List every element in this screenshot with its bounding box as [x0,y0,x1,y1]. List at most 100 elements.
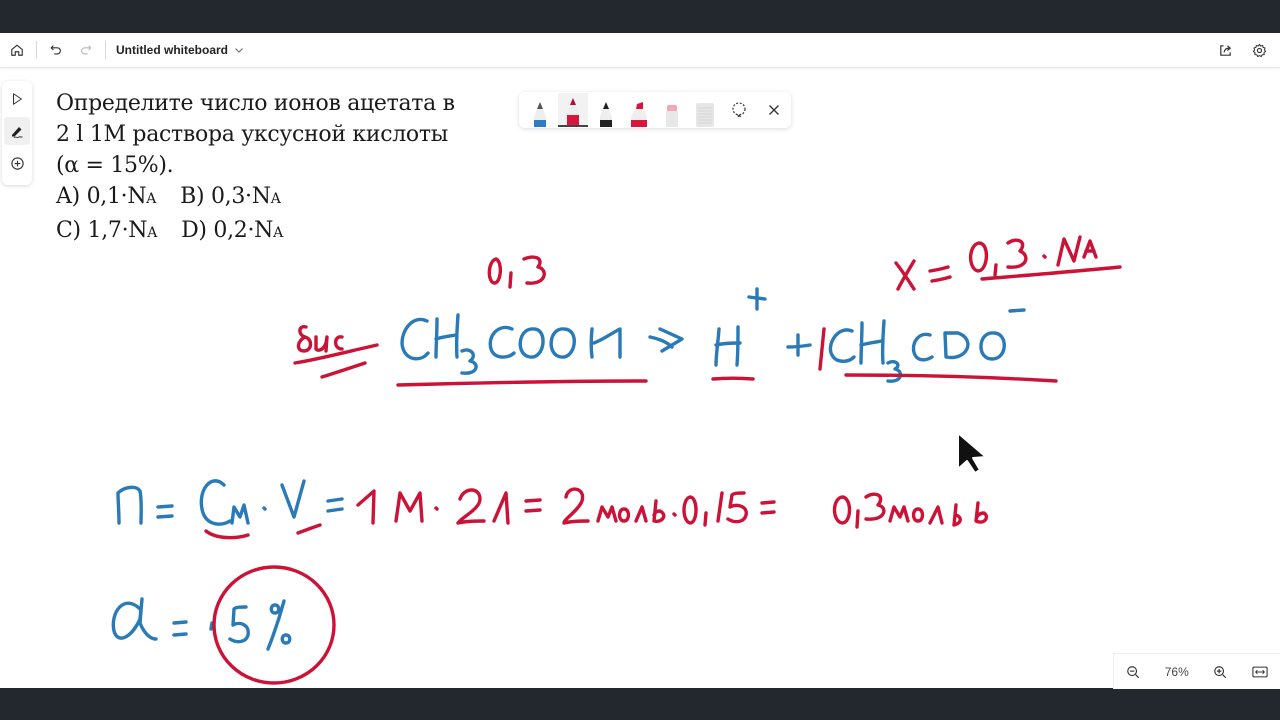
ink-stroke [280,479,306,519]
ink-underline [396,379,648,387]
ink-top-value [487,255,546,289]
zoom-out-button[interactable] [1126,665,1140,679]
ink-stroke [454,313,460,359]
ink-stroke [589,327,594,359]
ink-stroke [928,265,950,273]
zoom-out-icon [1127,665,1140,678]
ink-stroke [859,339,884,347]
zoom-in-button[interactable] [1213,665,1227,679]
ink-stroke [592,327,622,359]
ink-stroke [672,512,677,517]
ink-stroke [524,498,542,503]
ink-stroke [911,507,925,523]
ink-stroke [1008,308,1026,313]
ink-stroke [1082,239,1098,259]
ink-stroke [714,327,721,367]
ink-stroke [859,321,864,365]
ink-stroke [930,275,952,283]
ink-stroke [979,331,1006,361]
ink-x-result [894,235,1122,291]
ink-stroke [828,328,856,363]
ink-stroke [522,255,546,285]
ink-stroke [400,317,430,361]
ink-stroke [832,495,852,525]
fit-screen-icon [1252,666,1268,677]
zoom-level[interactable]: 76% [1165,665,1189,679]
ink-stroke [394,491,424,523]
ink-stroke [703,511,708,527]
ink-alpha [111,597,292,651]
ink-stroke [652,499,666,523]
ink-stroke [230,503,250,525]
ink-stroke [1006,238,1028,269]
ink-underline [296,523,322,535]
ink-stroke [172,632,188,637]
whiteboard-app: Untitled whiteboard Определите число ион… [0,33,1280,689]
ink-stroke [262,506,267,511]
ink-stroke [818,327,826,371]
ink-stroke [855,509,860,529]
ink-stroke [434,506,439,511]
ink-stroke [974,501,989,524]
ink-stroke [760,510,776,515]
ink-stroke [269,603,281,615]
ink-stroke [880,319,886,365]
ink-stroke [760,500,776,505]
ink-stroke [116,485,143,525]
ink-hydrogen-ion [714,287,767,367]
ink-stroke [716,491,724,523]
ink-underline [204,529,250,540]
ink-stroke [156,504,174,509]
ink-stroke [518,327,545,359]
ink-stroke [314,335,329,353]
ink-acetic-acid [400,313,684,375]
ink-stroke [617,507,631,523]
ink-stroke [911,332,934,362]
ink-stroke [549,327,576,359]
ink-stroke [228,605,250,644]
ink-stroke [172,620,188,625]
ink-stroke [434,333,458,341]
zoom-in-icon [1214,665,1227,678]
ink-underline [844,373,1058,383]
ink-stroke [487,257,502,285]
ink-stroke [993,263,998,277]
ink-stroke [296,325,313,353]
mouse-cursor-icon [957,432,987,474]
ink-stroke [492,491,510,525]
ink-stroke [524,508,542,513]
ink-stroke [888,505,910,523]
ink-stroke [562,487,590,525]
ink-stroke [928,505,944,525]
ink-stroke [980,265,1122,281]
ink-dissociation-label [293,325,379,379]
ink-stroke [735,325,740,367]
ink-stroke [111,597,158,641]
ink-formula-blue [116,479,344,526]
ink-stroke [634,505,648,523]
fit-to-screen-button[interactable] [1252,665,1268,679]
ink-stroke [199,479,232,526]
ink-stroke [460,348,478,375]
ink-stroke [488,325,516,359]
ink-underline [711,376,755,381]
ink-stroke [1042,254,1047,259]
ink-stroke [280,633,292,645]
ink-stroke [886,359,903,383]
ink-formula-red [356,487,989,529]
ink-stroke [156,514,174,519]
ink-stroke [943,331,970,360]
ink-stroke [456,488,486,525]
ink-stroke [747,295,767,301]
ink-canvas[interactable] [0,33,1280,688]
ink-stroke [952,503,962,527]
ink-acetate-ion [786,308,1026,383]
zoom-controls: 76% [1113,653,1280,689]
ink-stroke [682,495,698,525]
ink-stroke [726,491,748,524]
ink-stroke [508,271,513,289]
ink-stroke [326,497,344,503]
ink-stroke [326,507,344,513]
ink-stroke [714,341,742,347]
ink-stroke [1056,235,1082,267]
